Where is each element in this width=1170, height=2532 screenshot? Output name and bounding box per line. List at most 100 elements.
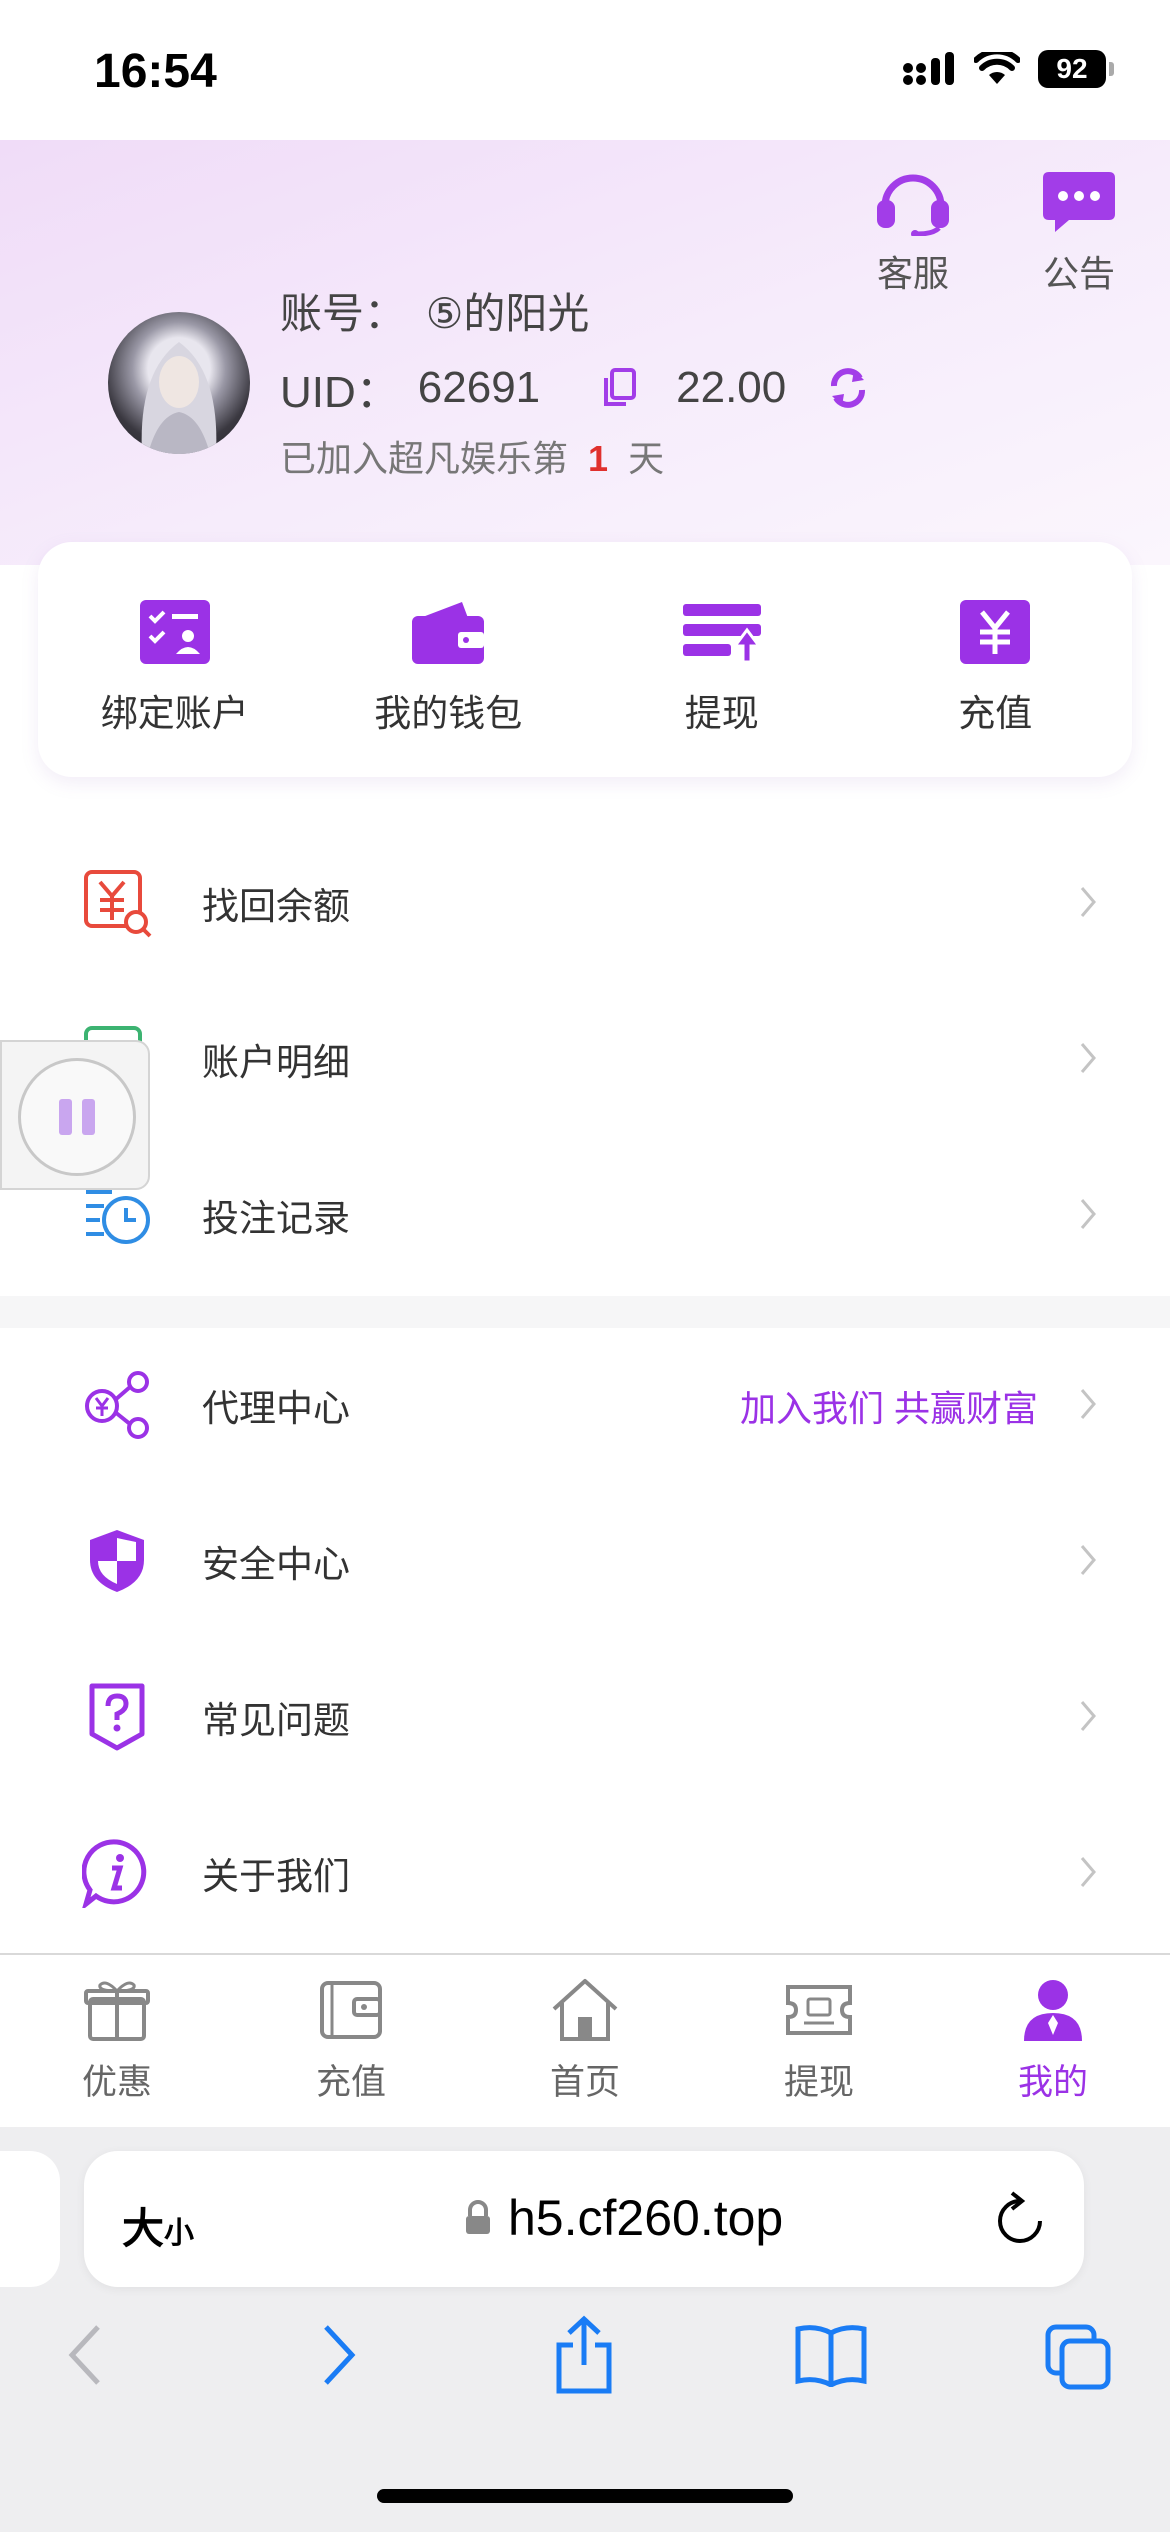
pause-icon: [59, 1099, 95, 1135]
menu-item-bet-record[interactable]: 投注记录: [0, 1138, 1170, 1294]
quick-label: 充值: [958, 693, 1033, 734]
bet-record-icon: [86, 1190, 150, 1244]
account-name: ⑤的阳光: [425, 290, 590, 337]
chevron-right-icon: [1080, 1199, 1096, 1229]
cellular-signal-icon: [903, 52, 954, 85]
quick-recharge[interactable]: 充值: [859, 542, 1133, 777]
menu-item-agent-center[interactable]: 代理中心 加入我们 共赢财富: [0, 1328, 1170, 1484]
menu-item-recover-balance[interactable]: 找回余额: [0, 826, 1170, 982]
quick-label: 提现: [684, 693, 759, 734]
customer-service-button[interactable]: 客服: [858, 168, 968, 297]
tab-recharge[interactable]: 充值: [234, 1955, 468, 2127]
notice-label: 公告: [1042, 253, 1115, 294]
quick-withdraw[interactable]: 提现: [585, 542, 859, 777]
recover-balance-icon: [84, 870, 152, 938]
text-size-big: 大: [122, 2205, 165, 2252]
status-time: 16:54: [94, 45, 217, 98]
balance-value: 22.00: [676, 363, 787, 412]
tab-label: 优惠: [81, 2063, 152, 2102]
menu-label: 投注记录: [202, 1198, 350, 1239]
tab-withdraw[interactable]: 提现: [702, 1955, 936, 2127]
joined-suffix: 天: [628, 438, 665, 479]
back-icon[interactable]: [66, 2323, 106, 2387]
chevron-right-icon: [1080, 887, 1096, 917]
url-display[interactable]: h5.cf260.top: [464, 2189, 783, 2247]
app-page: 16:54 92 客服 公告 账号： ⑤的阳光 UID： 62691 22.00…: [0, 0, 1170, 2532]
agent-center-icon: [85, 1371, 149, 1439]
tab-label: 首页: [549, 2063, 620, 2102]
tab-label: 提现: [783, 2063, 854, 2102]
menu-label: 常见问题: [202, 1700, 350, 1741]
tab-promotions[interactable]: 优惠: [0, 1955, 234, 2127]
gift-icon: [84, 1981, 150, 2041]
quick-label: 绑定账户: [100, 693, 249, 734]
bind-account-icon: [139, 600, 210, 664]
bottom-tab-bar: 优惠 充值 首页 提现 我的: [0, 1953, 1170, 2127]
ticket-icon: [786, 1985, 852, 2035]
bookmarks-icon[interactable]: [794, 2323, 868, 2387]
menu-item-security-center[interactable]: 安全中心: [0, 1484, 1170, 1640]
account-row: 账号： ⑤的阳光: [280, 280, 589, 341]
battery-level: 92: [1038, 50, 1106, 88]
floating-pause-button[interactable]: [0, 1040, 150, 1190]
customer-service-label: 客服: [876, 253, 949, 294]
tab-my-profile[interactable]: 我的: [936, 1955, 1170, 2127]
tab-label: 我的: [1017, 2063, 1088, 2102]
tab-label: 充值: [315, 2063, 386, 2102]
agent-promo-text: 加入我们 共赢财富: [739, 1388, 1038, 1429]
quick-wallet[interactable]: 我的钱包: [312, 542, 586, 777]
text-size-small: 小: [164, 2217, 195, 2250]
section-divider: [0, 1296, 1170, 1328]
about-info-icon: [82, 1839, 147, 1908]
refresh-icon[interactable]: [824, 364, 872, 412]
status-icons: 92: [902, 50, 1114, 88]
forward-icon[interactable]: [318, 2323, 358, 2387]
quick-bind-account[interactable]: 绑定账户: [38, 542, 312, 777]
profile-icon: [1024, 1980, 1082, 2041]
url-text: h5.cf260.top: [508, 2190, 784, 2246]
menu-label: 找回余额: [202, 886, 350, 927]
browser-navigation: [0, 2315, 1170, 2443]
menu-item-about-us[interactable]: 关于我们: [0, 1796, 1170, 1952]
chevron-right-icon: [1080, 1389, 1096, 1419]
wifi-icon: [974, 52, 1020, 84]
menu-label: 关于我们: [202, 1856, 350, 1897]
avatar-portrait: [141, 342, 217, 454]
status-bar: 16:54 92: [0, 0, 1170, 140]
battery-tip: [1109, 62, 1114, 76]
browser-toolbar: 大小 h5.cf260.top: [0, 2127, 1170, 2532]
menu-item-faq[interactable]: 常见问题: [0, 1640, 1170, 1796]
tab-home[interactable]: 首页: [468, 1955, 702, 2127]
share-icon[interactable]: [553, 2315, 615, 2395]
profile-header: 客服 公告 账号： ⑤的阳光 UID： 62691 22.00 已加入超凡娱乐第…: [0, 140, 1170, 565]
security-shield-icon: [90, 1530, 144, 1592]
lock-icon: [466, 2200, 490, 2234]
menu-label: 代理中心: [202, 1388, 350, 1429]
copy-icon[interactable]: [600, 366, 640, 410]
chevron-right-icon: [1080, 1701, 1096, 1731]
previous-tab-preview[interactable]: [0, 2151, 60, 2287]
menu-label: 安全中心: [202, 1544, 350, 1585]
quick-actions-card: 绑定账户 我的钱包 提现 充值: [38, 542, 1132, 777]
home-indicator: [377, 2489, 793, 2503]
joined-days-number: 1: [588, 438, 609, 479]
chevron-right-icon: [1080, 1857, 1096, 1887]
tabs-icon[interactable]: [1044, 2323, 1112, 2391]
account-label: 账号：: [280, 290, 407, 337]
wallet-icon: [412, 602, 485, 664]
joined-days-text: 已加入超凡娱乐第 1 天: [280, 430, 664, 482]
withdraw-icon: [682, 604, 762, 664]
quick-label: 我的钱包: [374, 693, 523, 734]
joined-prefix: 已加入超凡娱乐第: [280, 438, 569, 479]
notice-button[interactable]: 公告: [1024, 168, 1134, 297]
avatar[interactable]: [108, 312, 250, 454]
menu-item-account-detail[interactable]: 账户明细: [0, 982, 1170, 1138]
recharge-icon: [960, 600, 1031, 664]
faq-icon: [89, 1683, 145, 1751]
address-bar[interactable]: 大小 h5.cf260.top: [84, 2151, 1084, 2287]
headset-icon: [877, 174, 949, 238]
reload-icon[interactable]: [994, 2191, 1046, 2247]
wallet-tab-icon: [320, 1981, 382, 2039]
battery-indicator: 92: [1038, 50, 1114, 88]
text-size-button[interactable]: 大小: [122, 2195, 194, 2256]
